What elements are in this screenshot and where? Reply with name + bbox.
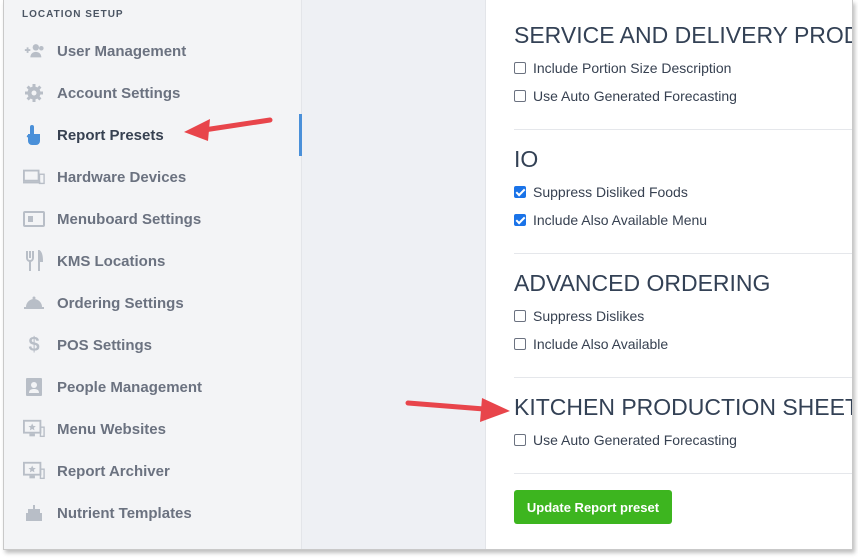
sidebar-item-label: Ordering Settings xyxy=(57,294,184,312)
report-preset-card: SERVICE AND DELIVERY PRODUC Include Port… xyxy=(485,0,853,549)
option-label: Suppress Disliked Foods xyxy=(533,184,688,200)
annotation-arrow-icon xyxy=(184,117,273,141)
option-include-portion-size[interactable]: Include Portion Size Description xyxy=(514,59,731,77)
option-include-also-available[interactable]: Include Also Available xyxy=(514,335,668,353)
sidebar-item-ordering-settings[interactable]: Ordering Settings xyxy=(4,282,301,324)
option-label: Include Also Available Menu xyxy=(533,212,708,228)
main-content: SERVICE AND DELIVERY PRODUC Include Port… xyxy=(302,0,852,549)
monitor-star-icon xyxy=(23,460,45,482)
divider xyxy=(514,129,852,130)
sidebar-item-label: User Management xyxy=(57,42,187,60)
option-suppress-dislikes[interactable]: Suppress Dislikes xyxy=(514,307,644,325)
divider xyxy=(514,253,852,254)
sidebar-item-user-management[interactable]: User Management xyxy=(4,30,301,72)
sidebar-item-label: People Management xyxy=(57,378,203,396)
option-label: Include Portion Size Description xyxy=(533,60,732,76)
sidebar: LOCATION SETUP User Management Account S… xyxy=(4,0,302,549)
sidebar-item-label: Report Archiver xyxy=(57,462,170,480)
annotation-arrow-icon xyxy=(405,398,510,422)
checkbox[interactable] xyxy=(514,310,526,322)
people-card-icon xyxy=(23,376,45,398)
divider xyxy=(514,377,852,378)
option-suppress-disliked-foods[interactable]: Suppress Disliked Foods xyxy=(514,183,688,201)
add-user-icon xyxy=(23,40,45,62)
sidebar-item-hardware-devices[interactable]: Hardware Devices xyxy=(4,156,301,198)
app-window: LOCATION SETUP User Management Account S… xyxy=(3,0,853,550)
devices-icon xyxy=(23,166,45,188)
sidebar-item-pos-settings[interactable]: $ POS Settings xyxy=(4,324,301,366)
sidebar-item-menu-websites[interactable]: Menu Websites xyxy=(4,408,301,450)
checkbox[interactable] xyxy=(514,186,526,198)
option-use-auto-forecasting[interactable]: Use Auto Generated Forecasting xyxy=(514,87,737,105)
cloche-icon xyxy=(23,292,45,314)
pointer-hand-icon xyxy=(23,124,45,146)
checkbox[interactable] xyxy=(514,214,526,226)
option-use-auto-forecasting-kitchen[interactable]: Use Auto Generated Forecasting xyxy=(514,431,737,449)
sidebar-item-label: KMS Locations xyxy=(57,252,166,270)
checkbox[interactable] xyxy=(514,434,526,446)
sidebar-item-label: Menu Websites xyxy=(57,420,166,438)
cake-icon xyxy=(23,502,45,524)
section-title-kitchen-production: KITCHEN PRODUCTION SHEET xyxy=(514,394,853,420)
update-report-preset-button[interactable]: Update Report preset xyxy=(514,490,672,524)
option-label: Include Also Available xyxy=(533,336,669,352)
sidebar-item-label: Account Settings xyxy=(57,84,181,102)
sidebar-item-report-archiver[interactable]: Report Archiver xyxy=(4,450,301,492)
sidebar-title: LOCATION SETUP xyxy=(22,9,124,20)
sidebar-item-label: Menuboard Settings xyxy=(57,210,202,228)
sidebar-item-people-management[interactable]: People Management xyxy=(4,366,301,408)
section-title-io: IO xyxy=(514,146,539,172)
option-label: Use Auto Generated Forecasting xyxy=(533,432,737,448)
section-title-service-delivery: SERVICE AND DELIVERY PRODUC xyxy=(514,22,852,48)
menuboard-icon xyxy=(23,208,45,230)
sidebar-item-label: POS Settings xyxy=(57,336,153,354)
checkbox[interactable] xyxy=(514,90,526,102)
dollar-icon: $ xyxy=(28,333,40,356)
sidebar-item-label: Nutrient Templates xyxy=(57,504,192,522)
option-label: Use Auto Generated Forecasting xyxy=(533,88,737,104)
sidebar-item-label: Hardware Devices xyxy=(57,168,187,186)
option-include-also-available-menu[interactable]: Include Also Available Menu xyxy=(514,211,707,229)
section-title-advanced-ordering: ADVANCED ORDERING xyxy=(514,270,771,296)
fork-knife-icon xyxy=(23,250,45,272)
checkbox[interactable] xyxy=(514,338,526,350)
checkbox[interactable] xyxy=(514,62,526,74)
gear-icon xyxy=(23,82,45,104)
divider xyxy=(514,473,852,474)
monitor-star-icon xyxy=(23,418,45,440)
sidebar-item-nutrient-templates[interactable]: Nutrient Templates xyxy=(4,492,301,534)
sidebar-item-menuboard-settings[interactable]: Menuboard Settings xyxy=(4,198,301,240)
sidebar-item-label: Report Presets xyxy=(57,126,164,144)
option-label: Suppress Dislikes xyxy=(533,308,645,324)
sidebar-item-kms-locations[interactable]: KMS Locations xyxy=(4,240,301,282)
